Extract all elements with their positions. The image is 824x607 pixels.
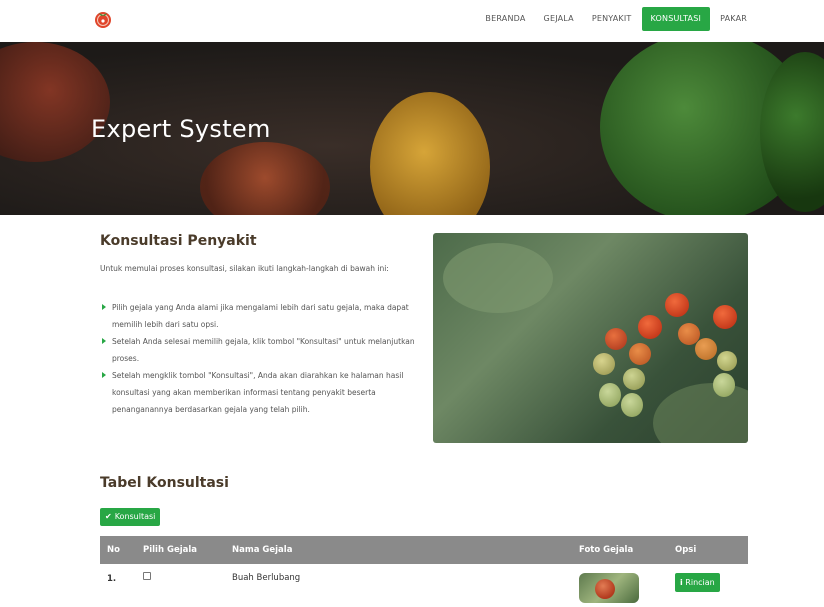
table-header: No Pilih Gejala Nama Gejala Foto Gejala … bbox=[100, 536, 748, 564]
photo-leaf bbox=[653, 383, 748, 443]
hero-tomato-left bbox=[0, 42, 110, 162]
photo-tomato bbox=[605, 328, 627, 350]
navbar: BERANDA GEJALA PENYAKIT KONSULTASI PAKAR bbox=[0, 0, 824, 42]
bullet-arrow-icon bbox=[102, 372, 106, 378]
step-text: Pilih gejala yang Anda alami jika mengal… bbox=[112, 303, 409, 329]
hero-title: Expert System bbox=[91, 115, 271, 143]
hero-tomato-right bbox=[200, 142, 330, 215]
symptom-checkbox[interactable] bbox=[143, 572, 151, 580]
intro-title: Konsultasi Penyakit bbox=[100, 233, 257, 249]
hero-pepper-yellow bbox=[370, 92, 490, 215]
nav-beranda[interactable]: BERANDA bbox=[476, 7, 534, 31]
step-text: Setelah Anda selesai memilih gejala, kli… bbox=[112, 337, 415, 363]
tomato-logo-icon[interactable] bbox=[93, 9, 113, 29]
nav-gejala[interactable]: GEJALA bbox=[535, 7, 583, 31]
check-icon: ✔ bbox=[105, 512, 112, 521]
rincian-button-label: Rincian bbox=[685, 578, 715, 587]
header-pilih: Pilih Gejala bbox=[143, 545, 198, 555]
header-no: No bbox=[107, 545, 120, 555]
header-opsi: Opsi bbox=[675, 545, 697, 555]
rincian-button[interactable]: i Rincian bbox=[675, 573, 720, 592]
photo-tomato bbox=[665, 293, 689, 317]
photo-tomato-green bbox=[593, 353, 615, 375]
step-text: Setelah mengklik tombol "Konsultasi", An… bbox=[112, 371, 404, 414]
steps-list: Pilih gejala yang Anda alami jika mengal… bbox=[100, 299, 418, 418]
photo-tomato-green bbox=[713, 373, 735, 397]
photo-tomato bbox=[595, 579, 615, 599]
symptom-name: Buah Berlubang bbox=[232, 573, 301, 583]
tomato-plant-photo bbox=[433, 233, 748, 443]
photo-tomato bbox=[629, 343, 651, 365]
header-nama: Nama Gejala bbox=[232, 545, 293, 555]
konsultasi-button-label: Konsultasi bbox=[114, 512, 156, 521]
table-title: Tabel Konsultasi bbox=[100, 475, 229, 491]
photo-tomato bbox=[695, 338, 717, 360]
table-row: 1. Buah Berlubang i Rincian bbox=[100, 564, 748, 607]
konsultasi-button[interactable]: ✔ Konsultasi bbox=[100, 508, 161, 526]
photo-tomato bbox=[713, 305, 737, 329]
hero-banner: Expert System bbox=[0, 42, 824, 215]
intro-lead: Untuk memulai proses konsultasi, silakan… bbox=[100, 264, 389, 273]
step-item: Setelah mengklik tombol "Konsultasi", An… bbox=[100, 367, 418, 418]
nav-pakar[interactable]: PAKAR bbox=[711, 7, 756, 31]
bullet-arrow-icon bbox=[102, 304, 106, 310]
photo-tomato-green bbox=[717, 351, 737, 371]
nav-konsultasi[interactable]: KONSULTASI bbox=[641, 7, 711, 31]
bullet-arrow-icon bbox=[102, 338, 106, 344]
step-item: Pilih gejala yang Anda alami jika mengal… bbox=[100, 299, 418, 333]
step-item: Setelah Anda selesai memilih gejala, kli… bbox=[100, 333, 418, 367]
main-nav: BERANDA GEJALA PENYAKIT KONSULTASI PAKAR bbox=[476, 7, 756, 31]
photo-tomato-green bbox=[623, 368, 645, 390]
row-number: 1. bbox=[107, 574, 117, 584]
photo-tomato-green bbox=[621, 393, 643, 417]
info-icon: i bbox=[680, 578, 683, 587]
photo-leaf bbox=[443, 243, 553, 313]
photo-tomato-green bbox=[599, 383, 621, 407]
nav-penyakit[interactable]: PENYAKIT bbox=[583, 7, 641, 31]
symptom-photo bbox=[579, 573, 639, 603]
header-foto: Foto Gejala bbox=[579, 545, 634, 555]
photo-tomato bbox=[638, 315, 662, 339]
